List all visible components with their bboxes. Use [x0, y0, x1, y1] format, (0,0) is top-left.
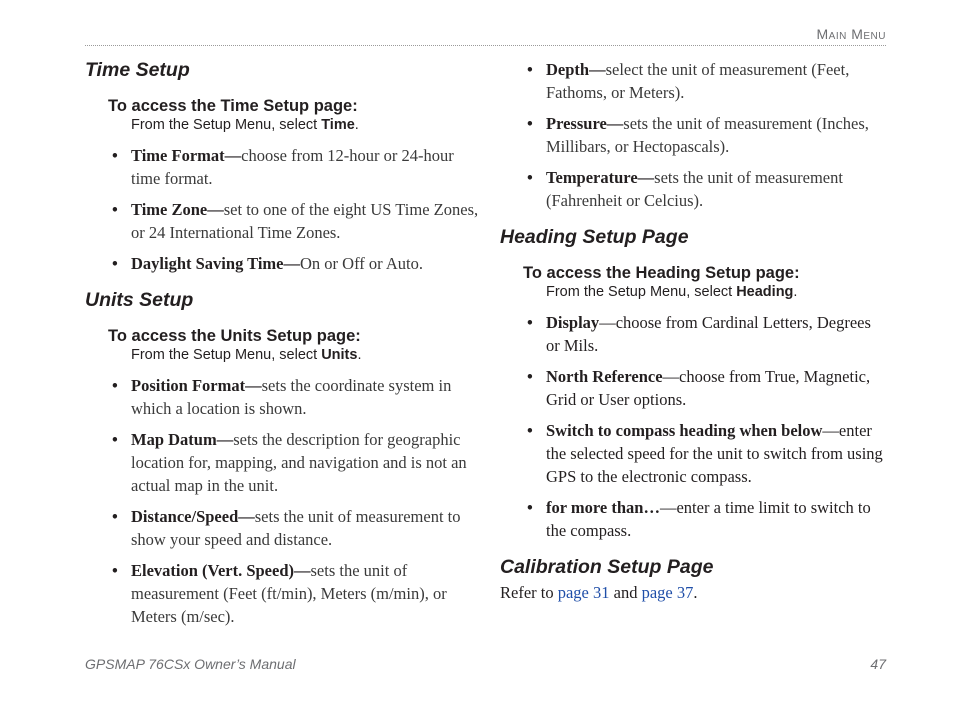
item-term: for more than… [546, 498, 660, 517]
list-item: • Switch to compass heading when below—en… [500, 419, 886, 488]
item-term: Display [546, 313, 600, 332]
units-access-instruction: To access the Units Setup page: [108, 327, 361, 345]
item-term: Pressure— [546, 114, 624, 133]
units-options-list: • Position Format—sets the coordinate sys… [85, 374, 480, 628]
heading-options-list: • Display—choose from Cardinal Letters, D… [500, 311, 886, 542]
list-item: • Distance/Speed—sets the unit of measure… [85, 505, 480, 551]
heading-setup-heading: Heading Setup Page [500, 226, 689, 248]
bullet: • [527, 313, 533, 332]
heading-from-line: From the Setup Menu, select Heading. [546, 284, 798, 300]
list-item: • Pressure—sets the unit of measurement (… [500, 112, 886, 158]
item-term: Map Datum— [131, 430, 234, 449]
bullet: • [112, 146, 118, 165]
list-item: • Display—choose from Cardinal Letters, D… [500, 311, 886, 357]
left-column: Time Setup To access the Time Setup page… [85, 58, 480, 636]
bullet: • [112, 254, 118, 273]
bullet: • [527, 114, 533, 133]
bullet: • [527, 498, 533, 517]
bullet: • [112, 430, 118, 449]
bullet: • [112, 507, 118, 526]
list-item: • for more than…—enter a time limit to sw… [500, 496, 886, 542]
bullet: • [112, 376, 118, 395]
page-31-link[interactable]: page 31 [558, 583, 610, 602]
bullet: • [527, 367, 533, 386]
bullet: • [112, 200, 118, 219]
list-item: • North Reference—choose from True, Magne… [500, 365, 886, 411]
calibration-setup-heading: Calibration Setup Page [500, 556, 714, 578]
list-item: • Elevation (Vert. Speed)—sets the unit o… [85, 559, 480, 628]
item-term: Position Format— [131, 376, 262, 395]
refer-and: and [609, 583, 642, 602]
time-from-line: From the Setup Menu, select Time. [131, 117, 359, 133]
from-prefix: From the Setup Menu, select [131, 117, 322, 133]
units-setup-heading: Units Setup [85, 289, 194, 311]
heading-access-instruction: To access the Heading Setup page: [523, 264, 800, 282]
footer-manual-title: GPSMAP 76CSx Owner’s Manual [85, 656, 296, 672]
item-term: Time Format— [131, 146, 242, 165]
item-desc: On or Off or Auto. [300, 254, 423, 273]
menu-item-units: Units [321, 347, 358, 363]
item-term: Distance/Speed— [131, 507, 255, 526]
item-term: Daylight Saving Time— [131, 254, 301, 273]
bullet: • [527, 168, 533, 187]
time-options-list: • Time Format—choose from 12-hour or 24-h… [85, 144, 480, 275]
bullet: • [527, 421, 533, 440]
units-options-continued: • Depth—select the unit of measurement (F… [500, 58, 886, 212]
item-term: Temperature— [546, 168, 655, 187]
list-item: • Time Zone—set to one of the eight US Ti… [85, 198, 480, 244]
from-prefix: From the Setup Menu, select [546, 284, 737, 300]
menu-item-time: Time [321, 117, 355, 133]
time-access-instruction: To access the Time Setup page: [108, 97, 358, 115]
time-setup-heading: Time Setup [85, 59, 190, 81]
running-header: Main Menu [816, 26, 886, 42]
footer-page-number: 47 [870, 656, 886, 672]
header-rule [85, 45, 886, 46]
item-term: Time Zone— [131, 200, 224, 219]
list-item: • Depth—select the unit of measurement (F… [500, 58, 886, 104]
refer-period: . [693, 583, 698, 602]
bullet: • [527, 60, 533, 79]
bullet: • [112, 561, 118, 580]
list-item: • Map Datum—sets the description for geog… [85, 428, 480, 497]
list-item: • Position Format—sets the coordinate sys… [85, 374, 480, 420]
item-term: North Reference [546, 367, 663, 386]
right-column: • Depth—select the unit of measurement (F… [500, 58, 886, 604]
item-term: Depth— [546, 60, 606, 79]
list-item: • Daylight Saving Time—On or Off or Auto. [85, 252, 480, 275]
item-term: Switch to compass heading when below [546, 421, 823, 440]
list-item: • Temperature—sets the unit of measuremen… [500, 166, 886, 212]
menu-item-heading: Heading [736, 284, 794, 300]
refer-prefix: Refer to [500, 583, 558, 602]
page-37-link[interactable]: page 37 [642, 583, 694, 602]
list-item: • Time Format—choose from 12-hour or 24-h… [85, 144, 480, 190]
item-term: Elevation (Vert. Speed)— [131, 561, 311, 580]
from-prefix: From the Setup Menu, select [131, 347, 322, 363]
calibration-reference: Refer to page 31 and page 37. [500, 581, 886, 604]
units-from-line: From the Setup Menu, select Units. [131, 347, 362, 363]
